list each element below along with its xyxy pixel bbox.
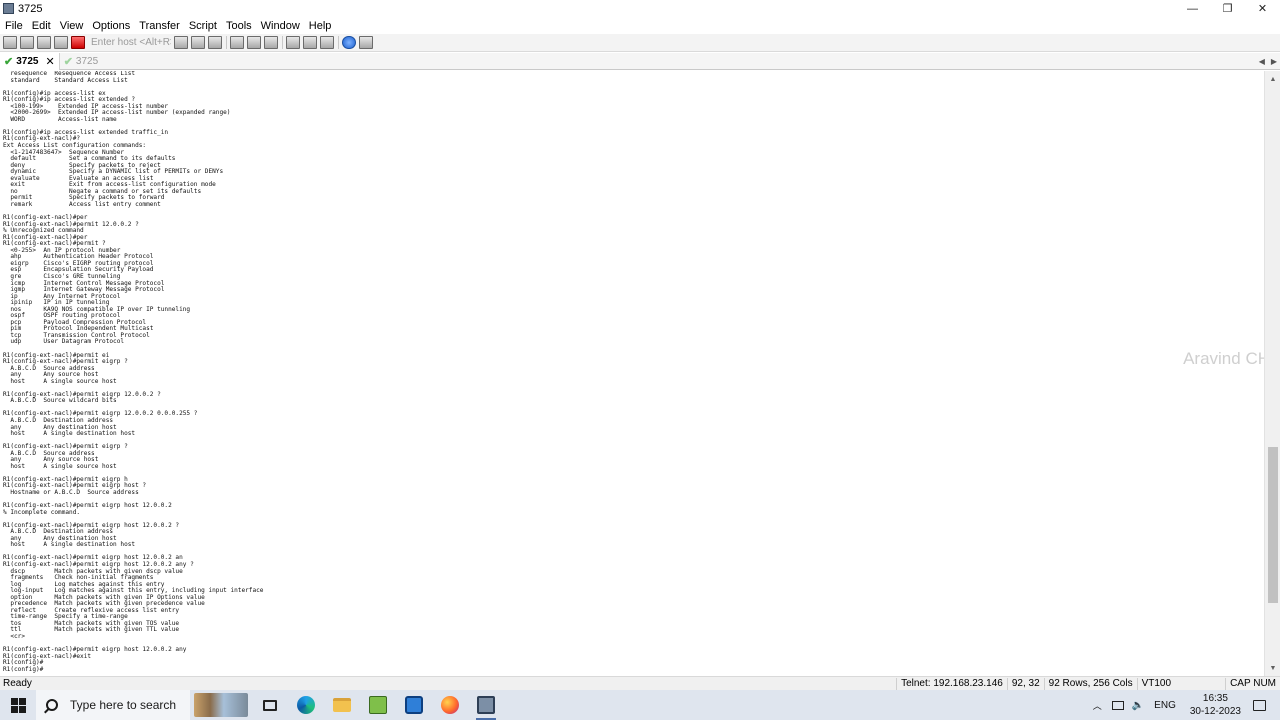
file-explorer-icon	[333, 698, 351, 712]
scrollbar-thumb[interactable]	[1268, 447, 1278, 603]
taskbar-firefox[interactable]	[432, 690, 468, 720]
status-cursor: 92, 32	[1006, 678, 1044, 690]
disconnect-icon[interactable]	[71, 36, 85, 49]
network-icon[interactable]	[1111, 700, 1124, 710]
status-ready: Ready	[3, 678, 32, 689]
taskbar-search[interactable]: Type here to search	[36, 690, 190, 720]
firefox-icon	[441, 696, 459, 714]
taskbar-securecrt[interactable]	[468, 690, 504, 720]
clock-time: 16:35	[1202, 693, 1228, 704]
securecrt-window: 3725 — ❐ ✕ File Edit View Options Transf…	[0, 0, 1280, 720]
securecrt-icon	[477, 696, 495, 714]
status-connection: Telnet: 192.168.23.146	[896, 678, 1007, 690]
search-placeholder: Type here to search	[70, 698, 177, 712]
menu-tools[interactable]: Tools	[222, 20, 256, 32]
menu-bar: File Edit View Options Transfer Script T…	[0, 17, 1280, 34]
global-options-icon[interactable]	[303, 36, 317, 49]
sftp-icon[interactable]	[359, 36, 373, 49]
toolbar-separator	[338, 36, 339, 49]
connect-icon[interactable]	[3, 36, 17, 49]
vertical-scrollbar[interactable]: ▲ ▼	[1264, 71, 1280, 676]
task-view-icon	[263, 699, 277, 711]
app-icon	[3, 3, 14, 14]
language-indicator[interactable]: ENG	[1154, 700, 1176, 711]
app-icon-blue	[405, 696, 423, 714]
taskbar-widget[interactable]	[190, 690, 252, 720]
volume-icon[interactable]: 🔈	[1132, 700, 1144, 711]
clock-date: 30-12-2023	[1189, 706, 1241, 717]
tab-3725-active[interactable]: ✔ 3725 ✕	[0, 52, 60, 70]
taskbar-app-blue[interactable]	[396, 690, 432, 720]
status-fields: Telnet: 192.168.23.146 92, 32 92 Rows, 2…	[896, 677, 1280, 691]
menu-options[interactable]: Options	[88, 20, 134, 32]
menu-view[interactable]: View	[56, 20, 88, 32]
toolbar-separator	[226, 36, 227, 49]
menu-help[interactable]: Help	[305, 20, 336, 32]
copy-icon[interactable]	[174, 36, 188, 49]
show-hidden-icons-icon[interactable]: ︿	[1093, 699, 1102, 712]
edge-icon	[297, 696, 315, 714]
taskbar-edge[interactable]	[288, 690, 324, 720]
tab-navigation: ◀ ▶	[1259, 53, 1277, 70]
start-button[interactable]	[0, 690, 36, 720]
scroll-up-icon[interactable]: ▲	[1265, 73, 1280, 85]
system-tray: ︿ 🔈 ENG 16:35 30-12-2023	[1093, 690, 1280, 720]
windows-logo-icon	[10, 697, 26, 713]
menu-file[interactable]: File	[1, 20, 27, 32]
menu-window[interactable]: Window	[257, 20, 304, 32]
window-controls: — ❐ ✕	[1175, 0, 1280, 17]
menu-transfer[interactable]: Transfer	[135, 20, 184, 32]
tab-label: 3725	[16, 55, 39, 67]
news-widget-icon	[194, 693, 248, 717]
search-icon	[46, 699, 58, 711]
connect-in-tab-icon[interactable]	[37, 36, 51, 49]
title-bar: 3725 — ❐ ✕	[0, 0, 1280, 17]
connected-check-icon: ✔	[63, 55, 73, 68]
tab-3725-inactive[interactable]: ✔ 3725	[60, 53, 102, 70]
menu-script[interactable]: Script	[185, 20, 221, 32]
window-title: 3725	[18, 2, 43, 15]
status-emulation: VT100	[1136, 678, 1175, 690]
notepad-plus-plus-icon	[369, 696, 387, 714]
watermark: Aravind CH	[1183, 349, 1264, 368]
status-bar: Ready Telnet: 192.168.23.146 92, 32 92 R…	[0, 676, 1280, 690]
connected-check-icon: ✔	[4, 55, 14, 68]
host-input[interactable]	[91, 35, 171, 50]
minimize-button[interactable]: —	[1175, 0, 1210, 17]
print-icon[interactable]	[230, 36, 244, 49]
session-options-icon[interactable]	[286, 36, 300, 49]
terminal-output[interactable]: resequence Resequence Access List standa…	[0, 71, 1264, 676]
scroll-down-icon[interactable]: ▼	[1265, 662, 1280, 674]
paste-icon[interactable]	[191, 36, 205, 49]
status-size: 92 Rows, 256 Cols	[1043, 678, 1137, 690]
task-view-button[interactable]	[252, 690, 288, 720]
keymap-icon[interactable]	[320, 36, 334, 49]
taskbar-notepadpp[interactable]	[360, 690, 396, 720]
clock[interactable]: 16:35 30-12-2023	[1190, 692, 1241, 718]
toolbar	[0, 34, 1280, 52]
quick-connect-icon[interactable]	[20, 36, 34, 49]
session-tabs: ✔ 3725 ✕ ✔ 3725 ◀ ▶	[0, 52, 1280, 70]
maximize-button[interactable]: ❐	[1210, 0, 1245, 17]
tab-scroll-left-icon[interactable]: ◀	[1259, 57, 1265, 66]
tab-scroll-right-icon[interactable]: ▶	[1271, 57, 1277, 66]
print-screen-icon[interactable]	[264, 36, 278, 49]
print-setup-icon[interactable]	[247, 36, 261, 49]
terminal-line: R1(config)#	[3, 665, 44, 673]
tab-label: 3725	[75, 55, 99, 67]
help-icon[interactable]	[342, 36, 356, 49]
taskbar-explorer[interactable]	[324, 690, 360, 720]
toolbar-separator	[282, 36, 283, 49]
close-button[interactable]: ✕	[1245, 0, 1280, 17]
tab-close-icon[interactable]: ✕	[45, 55, 54, 68]
status-locks: CAP NUM	[1225, 678, 1280, 690]
reconnect-icon[interactable]	[54, 36, 68, 49]
windows-taskbar: Type here to search ︿ 🔈 ENG 16:35 30-12-…	[0, 690, 1280, 720]
find-icon[interactable]	[208, 36, 222, 49]
menu-edit[interactable]: Edit	[28, 20, 55, 32]
terminal-text: resequence Resequence Access List standa…	[3, 71, 263, 673]
notification-icon[interactable]	[1253, 699, 1266, 711]
